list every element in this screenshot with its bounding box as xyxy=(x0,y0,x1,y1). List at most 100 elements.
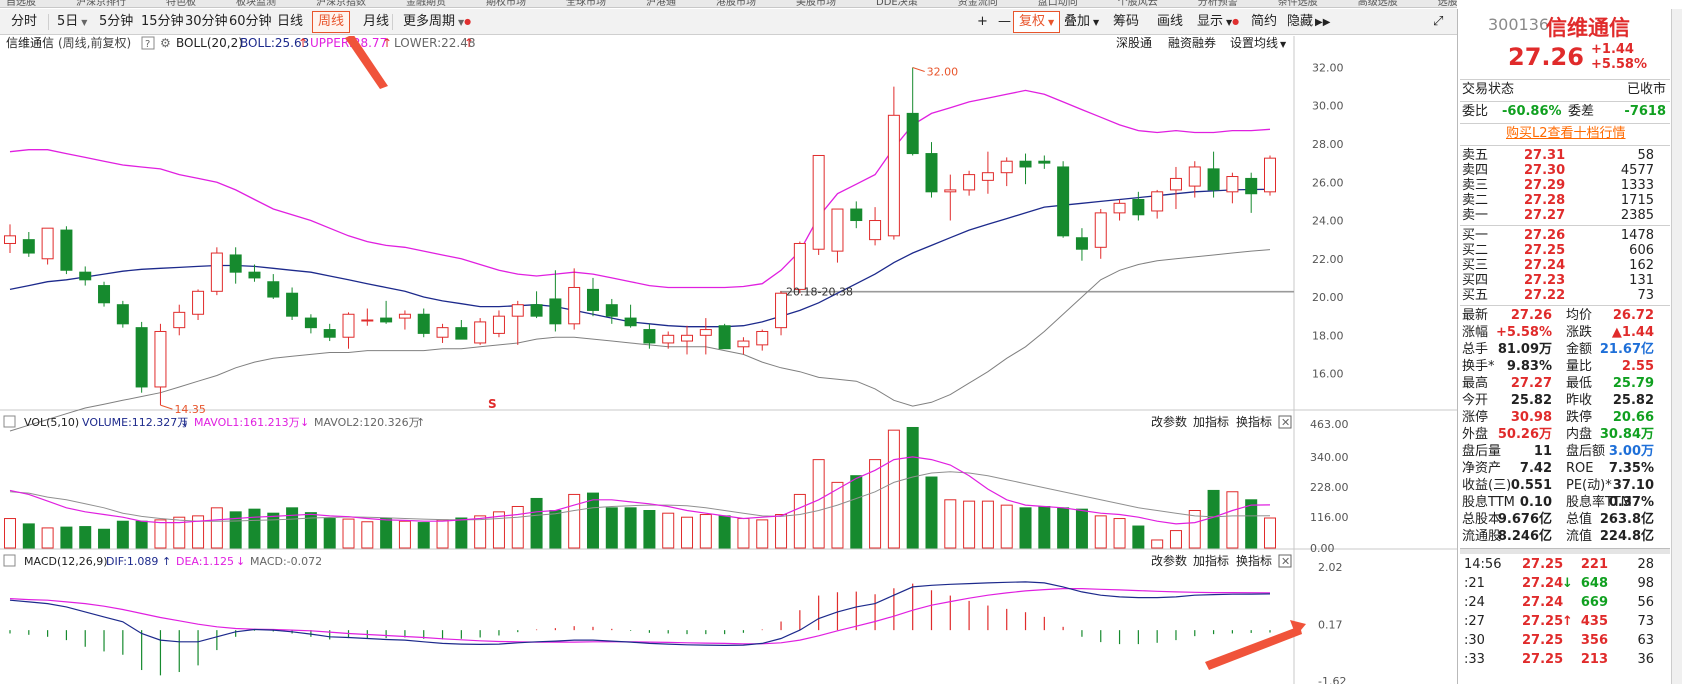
volume-bar[interactable] xyxy=(1000,504,1013,549)
macd-link-2[interactable]: 换指标 xyxy=(1236,553,1272,568)
splitter-handle[interactable] xyxy=(1460,548,1670,554)
volume-bar[interactable] xyxy=(361,521,374,549)
volume-bar[interactable] xyxy=(342,518,355,549)
volume-bar[interactable] xyxy=(699,514,712,549)
kline-chart[interactable]: 信维通信(周线,前复权)?⚙BOLL(20,2)BOLL:25.63↑UPPER… xyxy=(0,36,1457,684)
macd-link-0[interactable]: 改参数 xyxy=(1151,553,1187,568)
toolbar-btn-7[interactable]: 简约 xyxy=(1246,11,1282,33)
volume-bar[interactable] xyxy=(210,507,223,549)
menu-item[interactable]: 资金流向 xyxy=(952,0,998,7)
period-tab-8[interactable]: 月线 xyxy=(358,11,394,33)
toolbar-btn-8[interactable]: 隐藏 ▶▶ xyxy=(1282,11,1335,33)
menu-item[interactable]: 沪深京排行 xyxy=(70,0,126,7)
volume-bar[interactable] xyxy=(380,517,393,549)
period-tab-2[interactable]: 5分钟 xyxy=(94,11,138,33)
volume-bar[interactable] xyxy=(398,520,411,549)
menu-item[interactable]: 沪深京指数 xyxy=(310,0,366,7)
volume-bar[interactable] xyxy=(1245,499,1258,549)
toolbar-btn-2[interactable]: 复权 ▼ xyxy=(1013,11,1061,33)
volume-bar[interactable] xyxy=(624,507,637,549)
volume-bar[interactable] xyxy=(530,497,543,549)
main-link-1[interactable]: 融资融券 xyxy=(1168,36,1216,50)
menu-item[interactable]: 盘口动向 xyxy=(1032,0,1078,7)
volume-bar[interactable] xyxy=(963,500,976,549)
candle[interactable] xyxy=(98,281,111,307)
bids-row[interactable]: 买五 27.22 73 xyxy=(1462,288,1668,303)
volume-bar[interactable] xyxy=(41,527,54,549)
candle[interactable] xyxy=(60,226,73,275)
toolbar-btn-6[interactable]: 显示 ▼● xyxy=(1192,11,1244,33)
volume-bar[interactable] xyxy=(1264,517,1276,549)
volume-bar[interactable] xyxy=(1094,515,1107,549)
volume-bar[interactable] xyxy=(1038,505,1051,549)
main-link-2[interactable]: 设置均线 xyxy=(1230,36,1278,50)
volume-bar[interactable] xyxy=(643,510,656,549)
volume-bar[interactable] xyxy=(775,514,788,549)
volume-bar[interactable] xyxy=(831,481,844,549)
volume-bar[interactable] xyxy=(286,507,299,549)
candle[interactable] xyxy=(718,323,731,350)
asks-row[interactable]: 卖一 27.27 2385 xyxy=(1462,208,1668,223)
volume-bar[interactable] xyxy=(79,526,92,549)
volume-bar[interactable] xyxy=(718,515,731,549)
volume-bar[interactable] xyxy=(417,522,430,549)
volume-bar[interactable] xyxy=(135,520,148,549)
toolbar-btn-0[interactable]: + xyxy=(972,11,993,33)
candle[interactable] xyxy=(210,247,223,296)
volume-bar[interactable] xyxy=(323,518,336,549)
volume-bar[interactable] xyxy=(248,508,261,549)
toolbar-btn-5[interactable]: 画线 xyxy=(1152,11,1188,33)
menu-item[interactable]: 期权市场 xyxy=(480,0,526,7)
candle[interactable] xyxy=(135,321,148,393)
volume-bar[interactable] xyxy=(549,510,562,549)
volume-bar[interactable] xyxy=(4,518,16,549)
volume-bar[interactable] xyxy=(455,517,468,549)
volume-bar[interactable] xyxy=(756,519,769,549)
candle[interactable] xyxy=(1264,155,1276,196)
volume-bar[interactable] xyxy=(229,511,242,549)
menu-item[interactable]: 全球市场 xyxy=(560,0,606,7)
menu-item[interactable]: 个股风云 xyxy=(1112,0,1158,7)
volume-bar[interactable] xyxy=(511,505,524,549)
volume-bar[interactable] xyxy=(925,476,938,549)
asks-row[interactable]: 卖三 27.29 1333 xyxy=(1462,178,1668,193)
volume-bar[interactable] xyxy=(60,526,73,549)
menu-item[interactable]: 沪港通 xyxy=(640,0,676,7)
candle[interactable] xyxy=(1057,161,1070,238)
settings-icon[interactable]: ⚙ xyxy=(160,36,171,50)
toolbar-btn-3[interactable]: 叠加 ▼ xyxy=(1059,11,1104,33)
menu-item[interactable]: DDE决策 xyxy=(870,0,918,7)
candle[interactable] xyxy=(41,227,54,265)
bids-row[interactable]: 买三 27.24 162 xyxy=(1462,258,1668,273)
volume-bar[interactable] xyxy=(793,493,806,549)
main-link-0[interactable]: 深股通 xyxy=(1116,36,1152,50)
vol-link-2[interactable]: 换指标 xyxy=(1236,414,1272,429)
volume-bar[interactable] xyxy=(154,519,167,549)
volume-bar[interactable] xyxy=(850,475,863,549)
volume-bar[interactable] xyxy=(681,516,694,549)
volume-bar[interactable] xyxy=(1169,530,1182,549)
menu-item[interactable]: 条件选股 xyxy=(1272,0,1318,7)
volume-bar[interactable] xyxy=(98,528,111,549)
volume-bar[interactable] xyxy=(1226,491,1239,549)
volume-bar[interactable] xyxy=(869,459,882,549)
bids-row[interactable]: 买四 27.23 131 xyxy=(1462,273,1668,288)
period-tab-6[interactable]: 日线 xyxy=(272,11,308,33)
volume-bar[interactable] xyxy=(1019,507,1032,549)
asks-row[interactable]: 卖五 27.31 58 xyxy=(1462,148,1668,163)
volume-bar[interactable] xyxy=(887,429,900,549)
volume-bar[interactable] xyxy=(812,459,825,549)
volume-bar[interactable] xyxy=(474,515,487,549)
period-tab-7[interactable]: 周线 xyxy=(312,11,351,33)
volume-bar[interactable] xyxy=(981,500,994,549)
volume-bar[interactable] xyxy=(662,512,675,549)
volume-bar[interactable] xyxy=(906,426,919,549)
volume-bar[interactable] xyxy=(1207,489,1220,549)
asks-row[interactable]: 卖二 27.28 1715 xyxy=(1462,193,1668,208)
bids-row[interactable]: 买二 27.25 606 xyxy=(1462,243,1668,258)
menu-item[interactable]: 高级选股 xyxy=(1352,0,1398,7)
period-tab-9[interactable]: 更多周期 ▼● xyxy=(398,11,476,33)
menu-item[interactable]: 美股市场 xyxy=(790,0,836,7)
candle[interactable] xyxy=(474,318,487,345)
period-tab-0[interactable]: 分时 xyxy=(6,11,42,33)
